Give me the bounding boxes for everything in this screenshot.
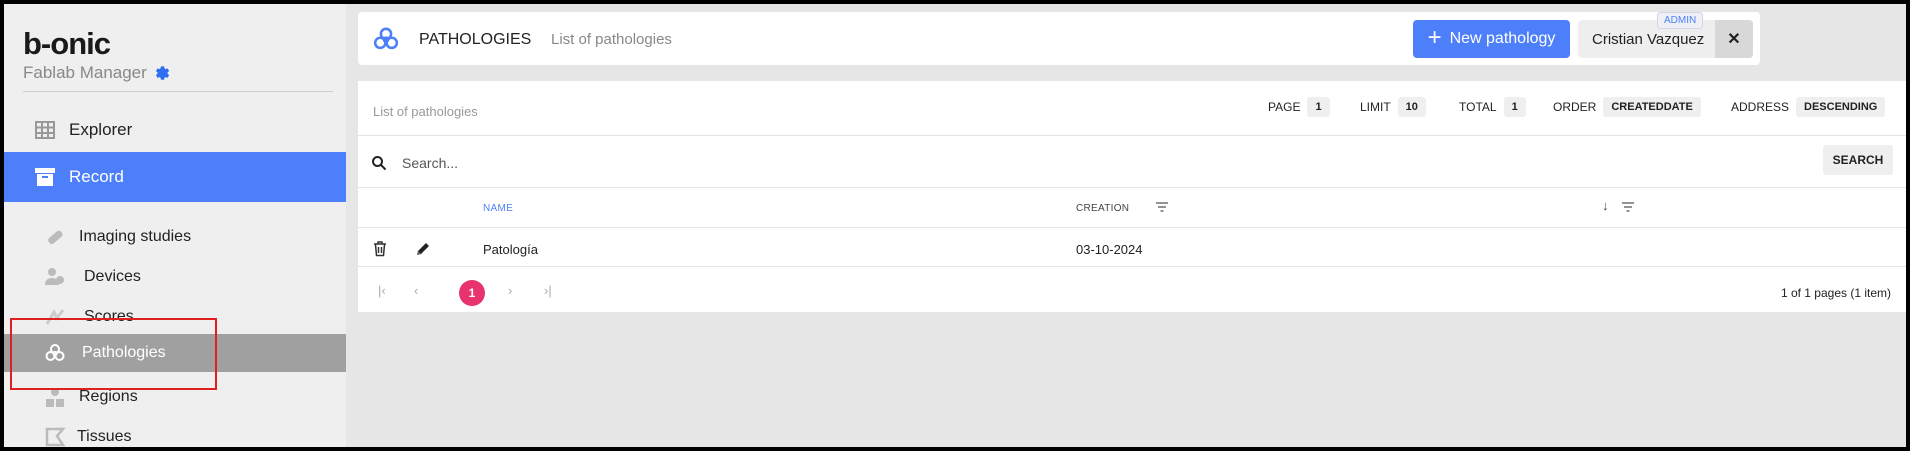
list-label: List of pathologies bbox=[373, 104, 478, 119]
total-value: 1 bbox=[1503, 97, 1526, 117]
divider bbox=[358, 227, 1906, 228]
sidebar-item-label: Explorer bbox=[69, 120, 133, 139]
role-badge: ADMIN bbox=[1657, 12, 1704, 29]
app-frame: b-onic Fablab Manager Explorer Record Im… bbox=[4, 4, 1906, 447]
gear-icon[interactable] bbox=[153, 64, 171, 82]
trash-icon[interactable] bbox=[373, 241, 387, 257]
page-meta: PAGE 1 bbox=[1268, 97, 1330, 117]
pagination-info: 1 of 1 pages (1 item) bbox=[1780, 286, 1891, 300]
pencil-icon[interactable] bbox=[415, 241, 431, 257]
search-input[interactable] bbox=[402, 151, 902, 175]
pathology-list-card: List of pathologies PAGE 1 LIMIT 10 TOTA… bbox=[358, 81, 1906, 312]
divider bbox=[358, 266, 1906, 267]
column-header-name[interactable]: NAME bbox=[483, 203, 513, 214]
total-label: TOTAL bbox=[1459, 100, 1497, 114]
plus-icon: + bbox=[1427, 23, 1442, 51]
divider bbox=[358, 135, 1906, 136]
sidebar-subitem-label: Devices bbox=[84, 268, 141, 285]
users-icon bbox=[45, 268, 64, 285]
grid-icon bbox=[35, 121, 55, 139]
sidebar-item-label: Record bbox=[69, 167, 124, 186]
sidebar-subitem-label: Imaging studies bbox=[79, 228, 192, 245]
page-title: PATHOLOGIES bbox=[419, 31, 532, 48]
next-page-icon[interactable]: › bbox=[508, 283, 512, 298]
column-header-creation[interactable]: CREATION bbox=[1076, 203, 1129, 214]
new-pathology-button[interactable]: + New pathology bbox=[1413, 20, 1570, 58]
page-label: PAGE bbox=[1268, 100, 1301, 114]
sidebar-subitem-label: Tissues bbox=[77, 428, 132, 445]
bandage-icon bbox=[48, 230, 63, 244]
brand-logo: b-onic bbox=[23, 26, 111, 61]
biohazard-icon bbox=[373, 27, 399, 50]
top-header: PATHOLOGIES List of pathologies + New pa… bbox=[358, 12, 1760, 65]
breadcrumb: List of pathologies bbox=[551, 31, 672, 48]
cell-name[interactable]: Patología bbox=[483, 242, 538, 257]
sidebar-divider bbox=[23, 91, 333, 92]
cell-creation: 03-10-2024 bbox=[1076, 242, 1143, 257]
prev-page-icon[interactable]: ‹ bbox=[414, 283, 418, 298]
page-button-current[interactable]: 1 bbox=[459, 280, 485, 306]
page-value: 1 bbox=[1307, 97, 1330, 117]
search-icon bbox=[372, 156, 387, 171]
limit-label: LIMIT bbox=[1360, 100, 1391, 114]
new-pathology-label: New pathology bbox=[1449, 30, 1556, 47]
filter-icon[interactable] bbox=[1156, 202, 1168, 212]
app-subtitle-label: Fablab Manager bbox=[23, 63, 147, 82]
divider bbox=[358, 187, 1906, 188]
address-value[interactable]: DESCENDING bbox=[1796, 97, 1886, 117]
sidebar: b-onic Fablab Manager Explorer Record Im… bbox=[4, 4, 346, 447]
search-button[interactable]: SEARCH bbox=[1823, 145, 1893, 175]
total-meta: TOTAL 1 bbox=[1459, 97, 1526, 117]
sidebar-item-record[interactable]: Record bbox=[4, 152, 346, 202]
address-meta: ADDRESS DESCENDING bbox=[1731, 97, 1886, 117]
highlight-annotation bbox=[10, 318, 217, 390]
order-value[interactable]: CREATEDDATE bbox=[1603, 97, 1701, 117]
order-label: ORDER bbox=[1553, 100, 1597, 114]
limit-value: 10 bbox=[1397, 97, 1426, 117]
archive-icon bbox=[35, 168, 55, 186]
app-subtitle: Fablab Manager bbox=[23, 63, 171, 83]
user-name: Cristian Vazquez bbox=[1592, 31, 1705, 48]
sidebar-subitem-tissues[interactable]: Tissues bbox=[4, 418, 346, 447]
address-label: ADDRESS bbox=[1731, 100, 1790, 114]
last-page-icon[interactable]: ›| bbox=[544, 283, 552, 298]
tissue-icon bbox=[45, 427, 66, 447]
sidebar-subitem-label: Regions bbox=[79, 388, 138, 405]
filter-icon[interactable] bbox=[1622, 202, 1634, 212]
sidebar-subitem-imaging-studies[interactable]: Imaging studies bbox=[4, 218, 346, 256]
close-icon[interactable]: ✕ bbox=[1715, 20, 1753, 58]
sidebar-subitem-devices[interactable]: Devices bbox=[4, 258, 346, 296]
order-meta: ORDER CREATEDDATE bbox=[1553, 97, 1701, 117]
sidebar-item-explorer[interactable]: Explorer bbox=[4, 105, 346, 155]
limit-meta: LIMIT 10 bbox=[1360, 97, 1426, 117]
sort-desc-icon[interactable]: ↓ bbox=[1602, 198, 1609, 213]
first-page-icon[interactable]: |‹ bbox=[378, 283, 386, 298]
